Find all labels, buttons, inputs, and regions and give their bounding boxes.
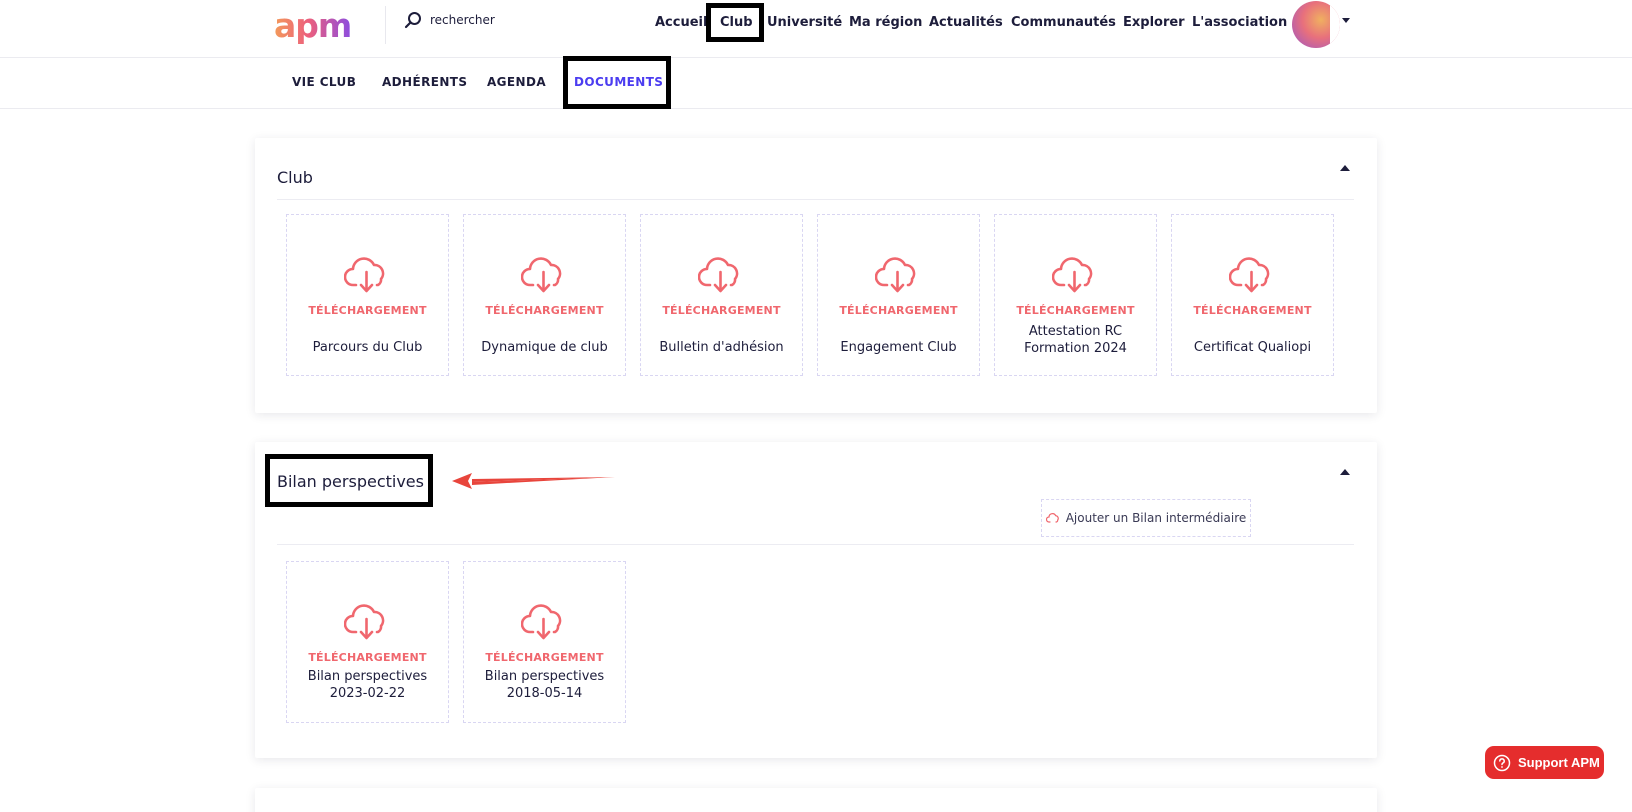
cloud-download-icon [1052, 257, 1093, 293]
apm-logo[interactable]: apm [274, 8, 364, 44]
document-tile[interactable]: TÉLÉCHARGEMENT Bulletin d'adhésion [640, 214, 803, 376]
cloud-download-icon [875, 257, 916, 293]
nav-club-highlight [706, 3, 764, 42]
document-name: Certificat Qualiopi [1193, 340, 1312, 355]
support-button[interactable]: Support APM [1485, 746, 1604, 779]
nav-actualites[interactable]: Actualités [929, 12, 1003, 34]
download-label: TÉLÉCHARGEMENT [839, 304, 958, 317]
top-header: apm Accueil Club Université Ma région Ac… [0, 0, 1632, 58]
download-label: TÉLÉCHARGEMENT [308, 651, 427, 664]
support-label: Support APM [1518, 755, 1600, 770]
chevron-up-icon[interactable] [1340, 165, 1350, 171]
document-tile[interactable]: TÉLÉCHARGEMENT Parcours du Club [286, 214, 449, 376]
help-circle-icon [1493, 754, 1511, 771]
section-title-highlight [265, 454, 433, 507]
section-divider [277, 544, 1354, 545]
document-name: Dynamique de club [481, 340, 608, 355]
tab-documents-highlight [563, 56, 671, 109]
cloud-download-icon [698, 257, 739, 293]
caret-down-icon[interactable] [1342, 18, 1350, 23]
document-tile[interactable]: TÉLÉCHARGEMENT Bilan perspectives 2023-0… [286, 561, 449, 723]
add-bilan-button[interactable]: Ajouter un Bilan intermédiaire [1041, 499, 1251, 537]
nav-accueil[interactable]: Accueil [655, 12, 707, 34]
avatar[interactable] [1292, 1, 1340, 48]
nav-ma-region[interactable]: Ma région [849, 12, 922, 34]
tab-agenda[interactable]: AGENDA [487, 75, 546, 89]
nav-explorer[interactable]: Explorer [1123, 12, 1185, 34]
download-label: TÉLÉCHARGEMENT [1016, 304, 1135, 317]
document-tile[interactable]: TÉLÉCHARGEMENT Bilan perspectives 2018-0… [463, 561, 626, 723]
tab-vie-club[interactable]: VIE CLUB [292, 75, 356, 89]
cloud-upload-icon [1045, 513, 1059, 523]
document-name: Bilan perspectives 2023-02-22 [307, 669, 428, 701]
search-icon[interactable] [404, 11, 422, 29]
download-label: TÉLÉCHARGEMENT [485, 651, 604, 664]
cloud-download-icon [521, 257, 562, 293]
header-divider [385, 6, 386, 44]
cloud-download-icon [344, 257, 385, 293]
section-title: Club [277, 168, 313, 187]
tab-adherents[interactable]: ADHÉRENTS [382, 75, 467, 89]
document-tile[interactable]: TÉLÉCHARGEMENT Dynamique de club [463, 214, 626, 376]
nav-universite[interactable]: Université [767, 12, 842, 34]
nav-communautes[interactable]: Communautés [1011, 12, 1116, 34]
club-subnav: VIE CLUB ADHÉRENTS AGENDA DOCUMENTS [0, 58, 1632, 109]
download-label: TÉLÉCHARGEMENT [308, 304, 427, 317]
cloud-download-icon [1229, 257, 1270, 293]
document-tile[interactable]: TÉLÉCHARGEMENT Certificat Qualiopi [1171, 214, 1334, 376]
document-tile[interactable]: TÉLÉCHARGEMENT Engagement Club [817, 214, 980, 376]
annotation-arrow [452, 473, 615, 489]
cloud-download-icon [521, 604, 562, 640]
document-name: Bulletin d'adhésion [659, 340, 784, 355]
download-label: TÉLÉCHARGEMENT [1193, 304, 1312, 317]
document-name: Engagement Club [840, 340, 957, 355]
download-label: TÉLÉCHARGEMENT [485, 304, 604, 317]
document-name: Parcours du Club [312, 340, 423, 355]
nav-l-association[interactable]: L'association [1192, 12, 1287, 34]
chevron-up-icon[interactable] [1340, 469, 1350, 475]
section-next [255, 788, 1377, 812]
document-tile[interactable]: TÉLÉCHARGEMENT Attestation RC Formation … [994, 214, 1157, 376]
search-input[interactable] [430, 13, 580, 27]
document-name: Bilan perspectives 2018-05-14 [484, 669, 605, 701]
document-name: Attestation RC Formation 2024 [1024, 324, 1127, 356]
cloud-download-icon [344, 604, 385, 640]
download-label: TÉLÉCHARGEMENT [662, 304, 781, 317]
section-divider [277, 199, 1354, 200]
add-bilan-label: Ajouter un Bilan intermédiaire [1065, 511, 1247, 525]
search-bar [404, 8, 580, 32]
